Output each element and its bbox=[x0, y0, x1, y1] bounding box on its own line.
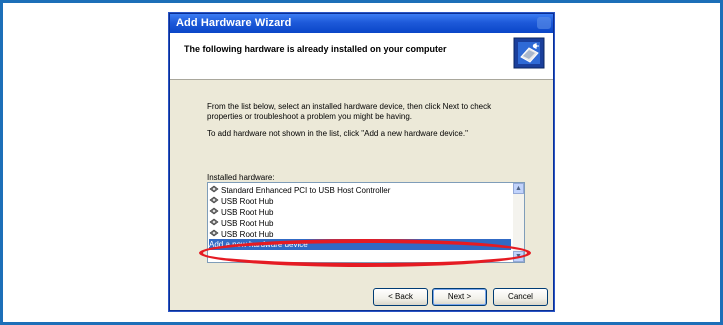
wizard-header: The following hardware is already instal… bbox=[170, 33, 553, 80]
next-button[interactable]: Next > bbox=[432, 288, 487, 306]
usb-hub-icon bbox=[209, 196, 219, 204]
hardware-wizard-icon bbox=[513, 37, 545, 69]
usb-controller-icon bbox=[209, 185, 219, 193]
instruction-text: From the list below, select an installed… bbox=[207, 102, 492, 121]
list-item-label: USB Root Hub bbox=[221, 219, 274, 228]
list-item-label: USB Root Hub bbox=[221, 208, 274, 217]
header-heading: The following hardware is already instal… bbox=[184, 44, 447, 54]
highlight-annotation bbox=[199, 239, 531, 267]
list-item[interactable]: USB Root Hub bbox=[209, 218, 511, 229]
usb-hub-icon bbox=[209, 218, 219, 226]
list-item-label: Standard Enhanced PCI to USB Host Contro… bbox=[221, 186, 391, 195]
back-button[interactable]: < Back bbox=[373, 288, 428, 306]
close-icon[interactable] bbox=[537, 17, 551, 29]
list-item[interactable]: USB Root Hub bbox=[209, 196, 511, 207]
usb-hub-icon bbox=[209, 229, 219, 237]
cancel-button[interactable]: Cancel bbox=[493, 288, 548, 306]
add-hint-text: To add hardware not shown in the list, c… bbox=[207, 129, 468, 138]
usb-hub-icon bbox=[209, 207, 219, 215]
list-item[interactable]: USB Root Hub bbox=[209, 207, 511, 218]
list-item-label: USB Root Hub bbox=[221, 230, 274, 239]
list-item-label: USB Root Hub bbox=[221, 197, 274, 206]
title-bar[interactable]: Add Hardware Wizard bbox=[170, 14, 553, 33]
window-title: Add Hardware Wizard bbox=[176, 17, 292, 29]
list-item[interactable]: Standard Enhanced PCI to USB Host Contro… bbox=[209, 185, 511, 196]
scroll-up-icon[interactable]: ▲ bbox=[513, 183, 524, 194]
